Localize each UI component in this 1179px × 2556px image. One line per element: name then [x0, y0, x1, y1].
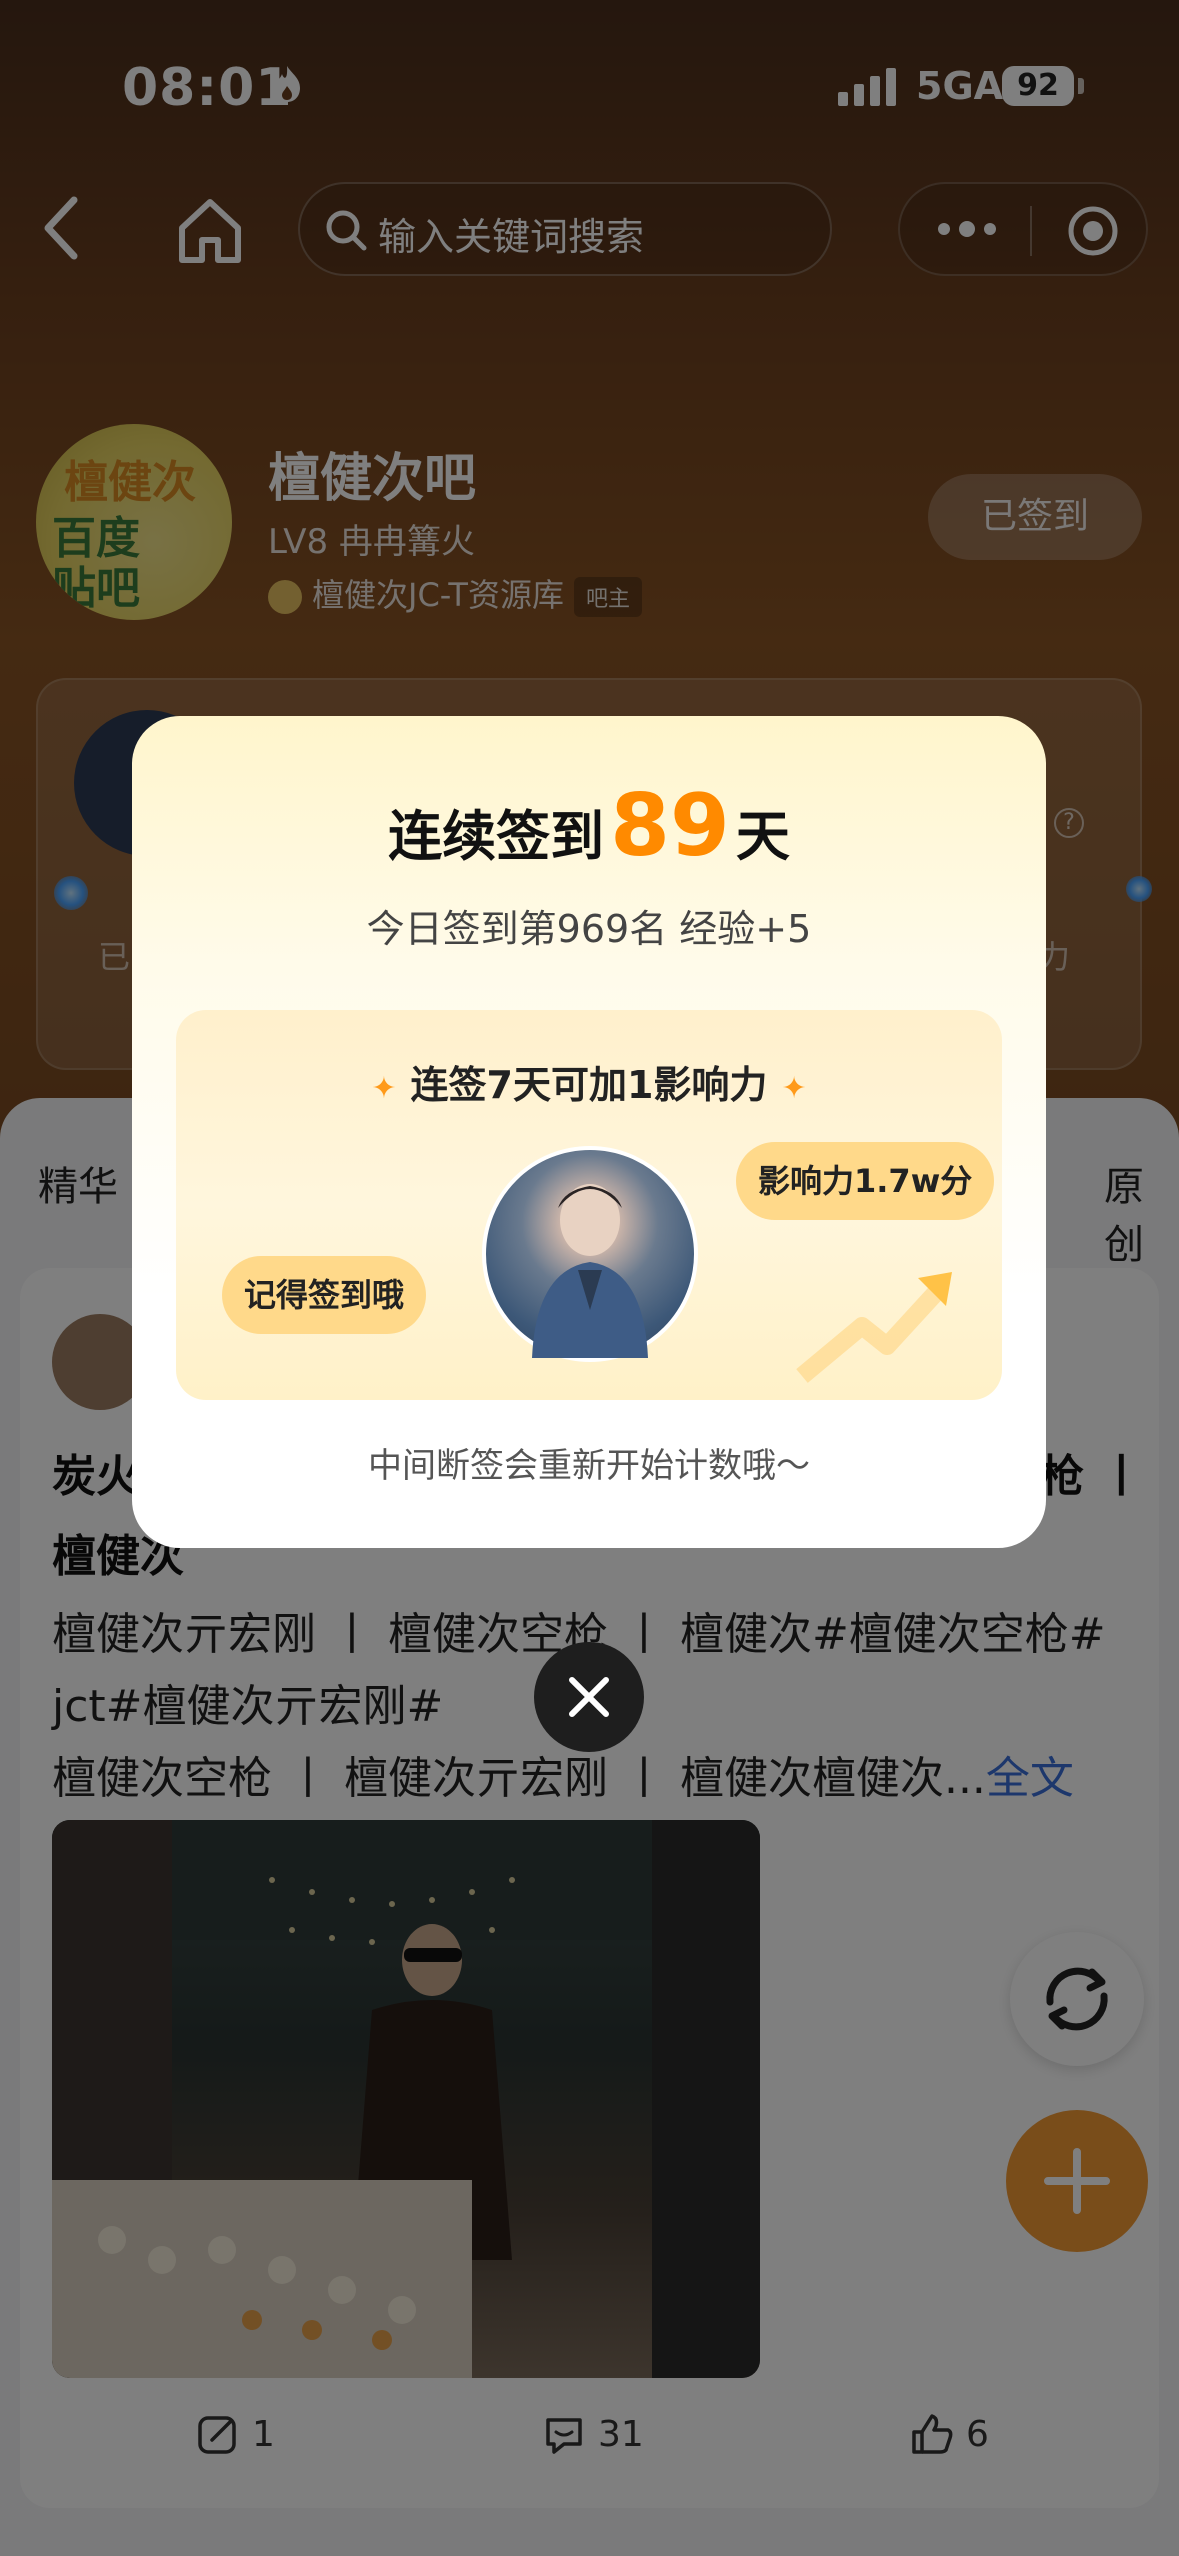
streak-prefix: 连续签到 — [388, 805, 605, 868]
idol-portrait — [532, 1184, 648, 1358]
modal-close-button[interactable] — [534, 1642, 644, 1752]
sparkle-icon: ✦ — [371, 1071, 397, 1106]
reward-panel: ✦ 连签7天可加1影响力 ✦ 记得签到哦 影响力1.7w分 — [176, 1010, 1002, 1400]
streak-suffix: 天 — [735, 805, 790, 868]
close-icon — [569, 1677, 609, 1717]
streak-title: 连续签到89 天 — [132, 776, 1046, 876]
sign-in-rank: 今日签到第969名 经验+5 — [366, 907, 812, 951]
idol-avatar — [482, 1146, 698, 1362]
trend-up-icon — [796, 1272, 952, 1383]
reward-title-text: 连签7天可加1影响力 — [410, 1063, 768, 1107]
influence-bubble: 影响力1.7w分 — [736, 1142, 995, 1220]
streak-note: 中间断签会重新开始计数哦～ — [368, 1446, 810, 1486]
sparkle-icon: ✦ — [781, 1071, 807, 1106]
app-screen: 08:01 5GA 92 输入关键词搜索 — [0, 0, 1179, 2556]
sign-in-modal: 连续签到89 天 今日签到第969名 经验+5 ✦ 连签7天可加1影响力 ✦ 记得签到… — [132, 716, 1046, 1548]
reminder-bubble: 记得签到哦 — [222, 1256, 427, 1334]
streak-days: 89 — [610, 776, 730, 876]
reward-title: ✦ 连签7天可加1影响力 ✦ — [176, 1054, 1002, 1109]
